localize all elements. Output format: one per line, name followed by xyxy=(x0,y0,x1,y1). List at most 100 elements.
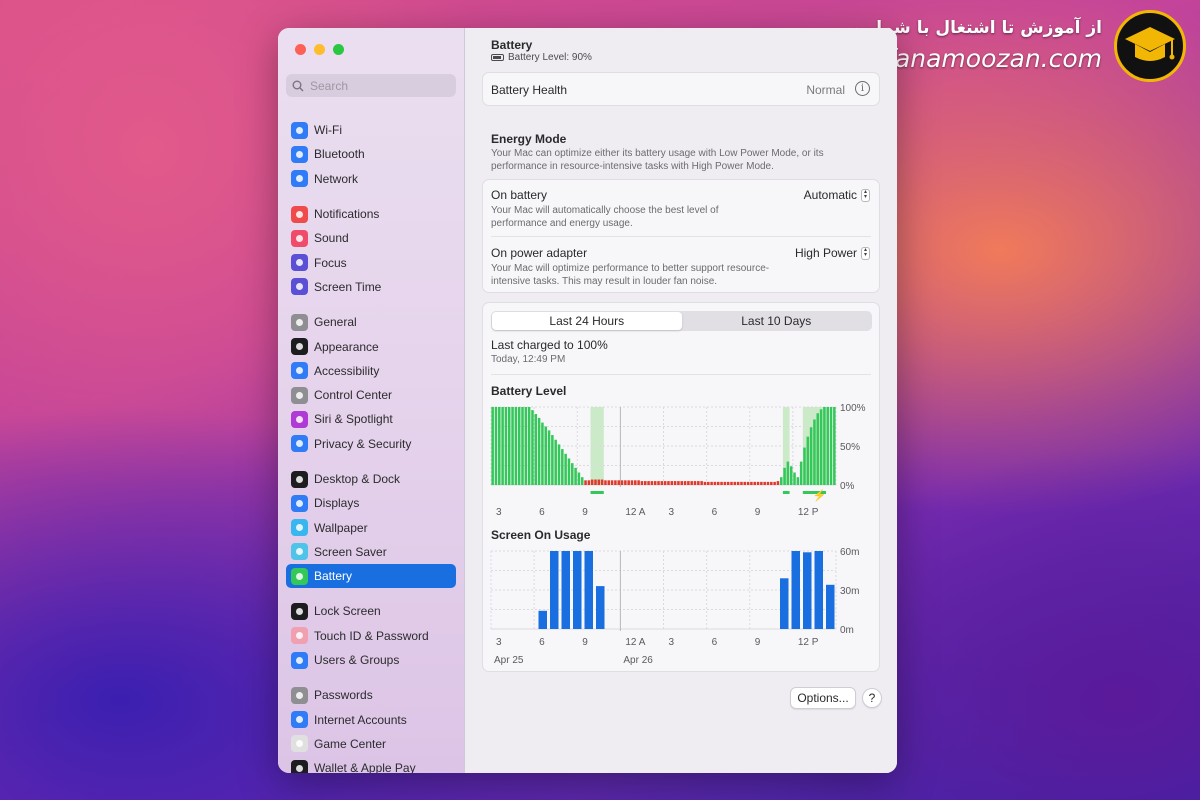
battery-bar xyxy=(577,472,581,485)
usage-bar xyxy=(561,551,570,629)
sidebar-item-label: Internet Accounts xyxy=(314,712,407,727)
moon-icon xyxy=(291,254,308,272)
sidebar-item-battery[interactable]: Battery xyxy=(286,564,456,589)
battery-level-text: Battery Level: 90% xyxy=(508,52,592,63)
sidebar-item-general[interactable]: General xyxy=(286,310,456,334)
y-tick-label: 0m xyxy=(840,625,854,636)
fingerprint-icon xyxy=(291,627,308,645)
battery-bar xyxy=(789,466,793,485)
sidebar-item-internet-accounts[interactable]: Internet Accounts xyxy=(286,708,456,732)
tab-last-24-hours[interactable]: Last 24 Hours xyxy=(492,312,682,330)
battery-bar xyxy=(766,481,770,485)
sidebar-item-screen-time[interactable]: Screen Time xyxy=(286,275,456,299)
battery-bar xyxy=(604,480,607,485)
battery-bar xyxy=(590,479,594,485)
battery-bar xyxy=(551,435,554,485)
sidebar-item-desktop-and-dock[interactable]: Desktop & Dock xyxy=(286,467,456,491)
battery-bar xyxy=(637,480,640,485)
battery-bar xyxy=(690,481,693,485)
sidebar-item-notifications[interactable]: Notifications xyxy=(286,202,456,226)
battery-bar xyxy=(624,480,627,485)
battery-bar xyxy=(786,461,790,485)
search-input[interactable]: Search xyxy=(286,74,456,97)
battery-bar xyxy=(740,481,743,485)
battery-bar xyxy=(600,479,604,485)
battery-bar xyxy=(653,481,657,485)
sidebar-item-control-center[interactable]: Control Center xyxy=(286,383,456,407)
sidebar-item-appearance[interactable]: Appearance xyxy=(286,334,456,358)
on-power-adapter-mode-popup[interactable]: High Power ▴ ▾ xyxy=(795,246,870,260)
battery-bar xyxy=(673,481,677,485)
usage-bar xyxy=(596,586,605,629)
sidebar-item-bluetooth[interactable]: Bluetooth xyxy=(286,142,456,166)
zoom-window-button[interactable] xyxy=(333,44,344,55)
options-button[interactable]: Options... xyxy=(790,687,856,709)
sidebar-item-label: Wallpaper xyxy=(314,520,368,535)
battery-bar xyxy=(796,477,800,485)
sidebar-item-wallet-and-apple-pay[interactable]: Wallet & Apple Pay xyxy=(286,756,456,773)
sidebar-item-lock-screen[interactable]: Lock Screen xyxy=(286,599,456,623)
sidebar-item-screen-saver[interactable]: Screen Saver xyxy=(286,540,456,564)
battery-bar xyxy=(650,481,654,485)
sidebar-item-label: Accessibility xyxy=(314,363,380,378)
on-power-adapter-mode-value: High Power xyxy=(794,246,857,260)
sidebar-item-sound[interactable]: Sound xyxy=(286,226,456,250)
on-battery-mode-popup[interactable]: Automatic ▴ ▾ xyxy=(804,188,870,202)
tab-last-10-days[interactable]: Last 10 Days xyxy=(682,312,872,330)
sidebar-item-label: Network xyxy=(314,171,359,186)
battery-bar xyxy=(726,481,730,485)
sidebar-item-label: Sound xyxy=(314,231,349,246)
battery-bar xyxy=(571,463,574,485)
battery-bar xyxy=(521,407,524,485)
sidebar-item-label: Screen Saver xyxy=(314,544,387,559)
battery-bar xyxy=(627,480,630,485)
sidebar-item-game-center[interactable]: Game Center xyxy=(286,732,456,756)
sidebar-item-accessibility[interactable]: Accessibility xyxy=(286,359,456,383)
search-icon xyxy=(292,80,304,91)
sidebar-item-privacy-and-security[interactable]: Privacy & Security xyxy=(286,432,456,456)
sidebar-item-label: Passwords xyxy=(314,688,373,703)
x-tick-label: 3 xyxy=(496,507,502,518)
sidebar-item-label: Wi-Fi xyxy=(314,123,342,138)
sidebar-item-touch-id-and-password[interactable]: Touch ID & Password xyxy=(286,624,456,648)
battery-bar xyxy=(580,477,584,485)
info-icon[interactable]: i xyxy=(855,81,870,96)
sidebar-item-network[interactable]: Network xyxy=(286,167,456,191)
time-range-segmented-control: Last 24 Hours Last 10 Days xyxy=(491,311,872,331)
battery-bar xyxy=(680,481,684,485)
globe-icon xyxy=(291,170,308,188)
divider xyxy=(491,374,871,375)
battery-bar xyxy=(657,481,660,485)
sidebar-item-wi-fi[interactable]: Wi-Fi xyxy=(286,118,456,142)
sidebar-item-wallpaper[interactable]: Wallpaper xyxy=(286,515,456,539)
battery-bar xyxy=(567,458,571,485)
battery-bar xyxy=(607,480,611,485)
sidebar-item-label: Lock Screen xyxy=(314,604,381,619)
battery-usage-card: Last 24 Hours Last 10 Days Last charged … xyxy=(482,302,880,672)
gear-icon xyxy=(291,313,308,331)
sidebar-item-label: Notifications xyxy=(314,207,380,222)
sidebar-item-siri-and-spotlight[interactable]: Siri & Spotlight xyxy=(286,407,456,431)
sidebar-item-users-and-groups[interactable]: Users & Groups xyxy=(286,648,456,672)
graduation-cap-logo-icon xyxy=(1114,10,1186,82)
usage-bar xyxy=(584,551,593,629)
sidebar-item-displays[interactable]: Displays xyxy=(286,491,456,515)
battery-bar xyxy=(683,481,687,485)
minimize-window-button[interactable] xyxy=(314,44,325,55)
battery-bar xyxy=(780,477,783,485)
close-window-button[interactable] xyxy=(295,44,306,55)
sidebar-item-label: Wallet & Apple Pay xyxy=(314,761,416,773)
y-tick-label: 100% xyxy=(840,403,866,414)
battery-bar xyxy=(620,480,624,485)
sidebar-item-passwords[interactable]: Passwords xyxy=(286,683,456,707)
battery-level-chart-title: Battery Level xyxy=(491,384,567,398)
battery-bar xyxy=(746,481,750,485)
sidebar-item-focus[interactable]: Focus xyxy=(286,250,456,274)
hand-icon xyxy=(291,435,308,453)
sidebar-item-label: Game Center xyxy=(314,736,387,751)
help-button[interactable]: ? xyxy=(862,688,882,708)
battery-bar xyxy=(501,407,504,485)
battery-bar xyxy=(763,481,766,485)
date-label: Apr 25 xyxy=(494,655,524,666)
